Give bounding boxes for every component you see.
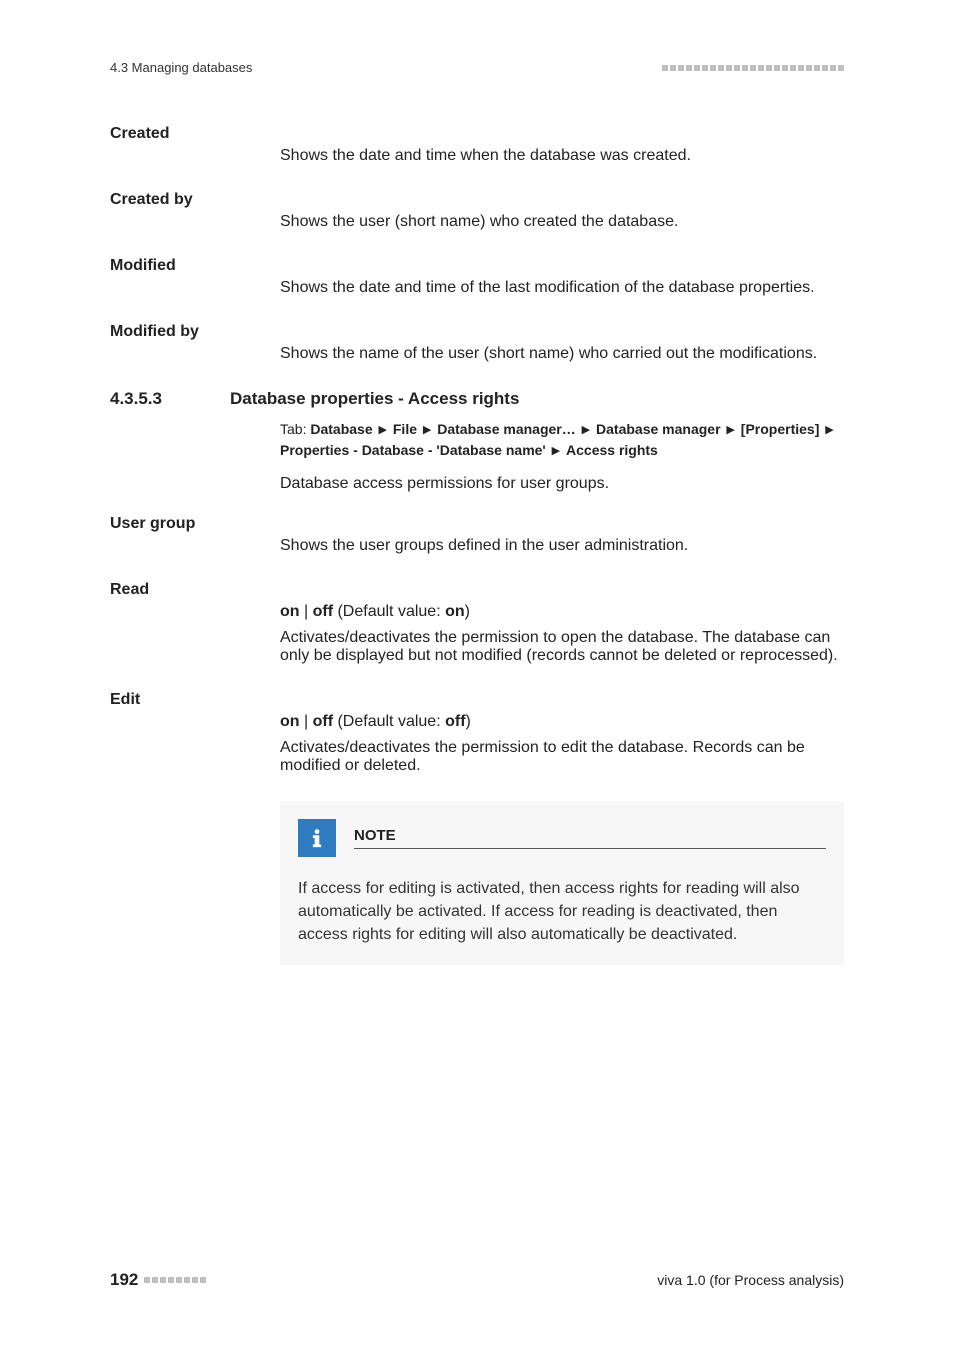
triangle-icon: ▶ xyxy=(825,424,833,436)
tab-part: Database xyxy=(310,421,372,437)
tab-part: Database manager xyxy=(596,421,721,437)
triangle-icon: ▶ xyxy=(726,424,734,436)
option-on: on xyxy=(280,603,300,620)
header-decoration xyxy=(662,65,844,71)
field-description: Shows the user groups defined in the use… xyxy=(280,537,844,555)
default-value: off xyxy=(445,713,465,730)
page-number: 192 xyxy=(110,1270,138,1290)
field-description: Shows the user (short name) who created … xyxy=(280,213,844,231)
note-body: If access for editing is activated, then… xyxy=(298,877,826,947)
tab-part: Database manager… xyxy=(437,421,576,437)
section-heading: 4.3.5.3 Database properties - Access rig… xyxy=(110,389,844,409)
header-section-path: 4.3 Managing databases xyxy=(110,60,252,75)
field-options: on | off (Default value: off) xyxy=(280,713,844,731)
tab-path: Tab: Database ▶ File ▶ Database manager…… xyxy=(280,419,844,461)
default-suffix: ) xyxy=(465,603,470,620)
field-label: Read xyxy=(110,581,280,599)
field-description: Shows the date and time of the last modi… xyxy=(280,279,844,297)
default-value: on xyxy=(445,603,465,620)
page: 4.3 Managing databases Created Shows the… xyxy=(0,0,954,1350)
field-label: Modified by xyxy=(110,323,280,341)
note-header: NOTE xyxy=(298,819,826,857)
triangle-icon: ▶ xyxy=(582,424,590,436)
triangle-icon: ▶ xyxy=(423,424,431,436)
field-read: Read on | off (Default value: on) Activa… xyxy=(110,581,844,665)
section-title: Database properties - Access rights xyxy=(230,389,519,409)
note-title-wrap: NOTE xyxy=(354,827,826,849)
field-label: Edit xyxy=(110,691,280,709)
info-icon xyxy=(298,819,336,857)
triangle-icon: ▶ xyxy=(552,445,560,457)
section-number: 4.3.5.3 xyxy=(110,389,230,409)
field-description: Activates/deactivates the permission to … xyxy=(280,629,844,665)
field-modified-by: Modified by Shows the name of the user (… xyxy=(110,323,844,363)
footer-product: viva 1.0 (for Process analysis) xyxy=(657,1272,844,1288)
section-intro: Database access permissions for user gro… xyxy=(280,475,844,493)
field-created: Created Shows the date and time when the… xyxy=(110,125,844,165)
field-label: Modified xyxy=(110,257,280,275)
note-box: NOTE If access for editing is activated,… xyxy=(280,801,844,965)
note-title: NOTE xyxy=(354,827,396,848)
option-off: off xyxy=(313,713,333,730)
field-label: Created by xyxy=(110,191,280,209)
field-description: Activates/deactivates the permission to … xyxy=(280,739,844,775)
field-label: User group xyxy=(110,515,280,533)
page-header: 4.3 Managing databases xyxy=(110,60,844,75)
default-prefix: (Default value: xyxy=(333,603,445,620)
tab-part: [Properties] xyxy=(741,421,820,437)
separator: | xyxy=(300,603,313,620)
default-suffix: ) xyxy=(466,713,471,730)
field-label: Created xyxy=(110,125,280,143)
footer-decoration xyxy=(144,1277,206,1283)
tab-part: Access rights xyxy=(566,442,658,458)
footer-left: 192 xyxy=(110,1270,206,1290)
field-modified: Modified Shows the date and time of the … xyxy=(110,257,844,297)
field-options: on | off (Default value: on) xyxy=(280,603,844,621)
tab-part: Properties - Database - 'Database name' xyxy=(280,442,546,458)
tab-part: File xyxy=(393,421,417,437)
field-edit: Edit on | off (Default value: off) Activ… xyxy=(110,691,844,775)
field-description: Shows the name of the user (short name) … xyxy=(280,345,844,363)
default-prefix: (Default value: xyxy=(333,713,445,730)
page-footer: 192 viva 1.0 (for Process analysis) xyxy=(110,1270,844,1290)
option-off: off xyxy=(313,603,333,620)
field-description: Shows the date and time when the databas… xyxy=(280,147,844,165)
option-on: on xyxy=(280,713,300,730)
triangle-icon: ▶ xyxy=(379,424,387,436)
tab-label: Tab: xyxy=(280,421,310,437)
separator: | xyxy=(300,713,313,730)
field-user-group: User group Shows the user groups defined… xyxy=(110,515,844,555)
field-created-by: Created by Shows the user (short name) w… xyxy=(110,191,844,231)
